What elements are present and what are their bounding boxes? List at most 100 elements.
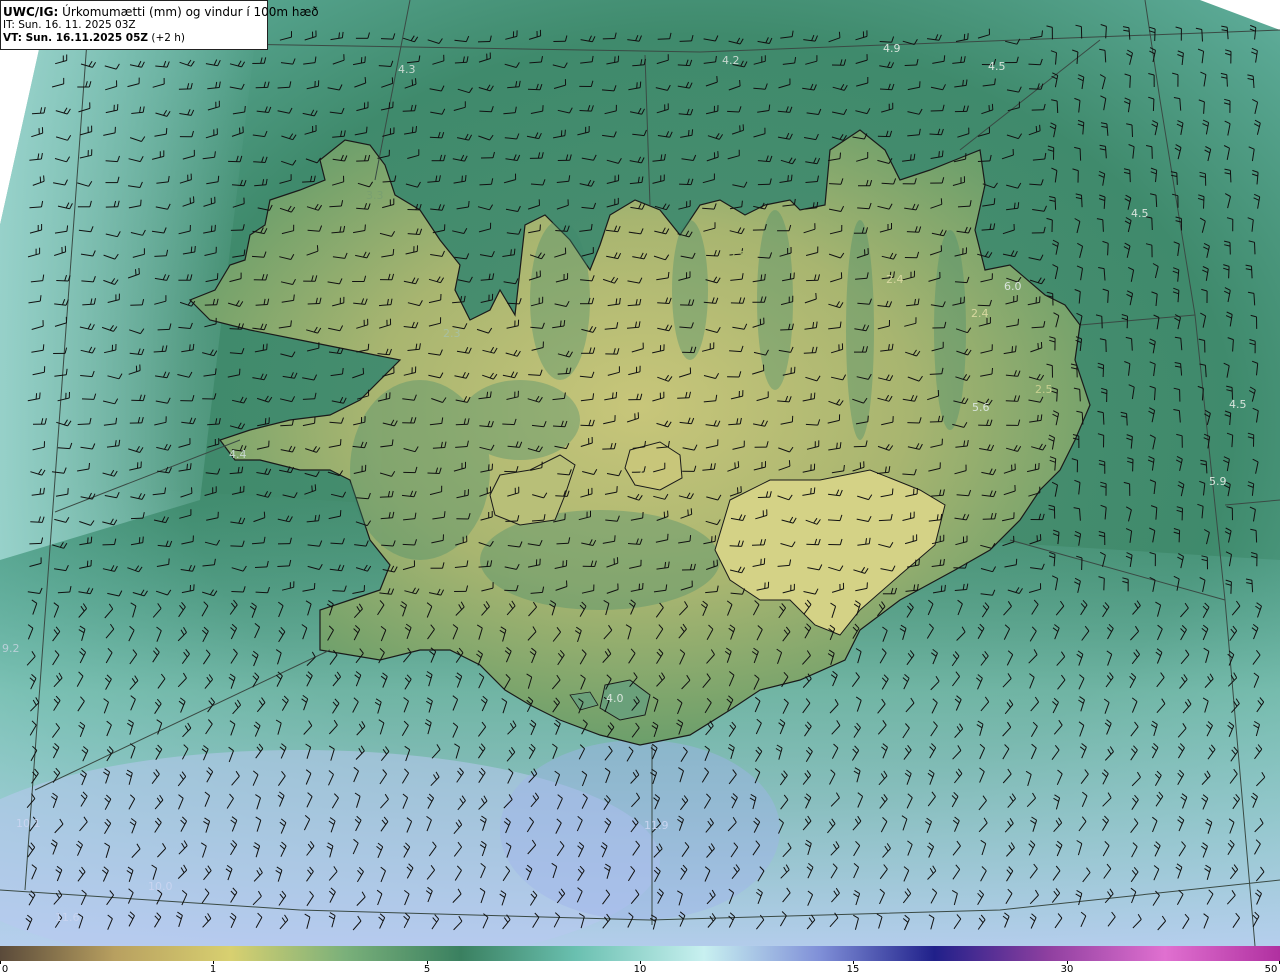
wind-barb-feather (165, 128, 168, 135)
wind-barb-shaft (780, 329, 793, 331)
wind-barb-feather (688, 129, 690, 136)
value-label: 4.5 (1131, 207, 1149, 220)
colorbar-tick-label: 10 (633, 964, 647, 975)
wind-barb-shaft (556, 542, 569, 545)
value-label: 4.9 (883, 42, 901, 55)
wind-barb-feather (991, 367, 993, 375)
wind-barb-shaft (679, 40, 692, 42)
wind-barb-feather (1015, 345, 1017, 352)
wind-barb-shaft (657, 38, 670, 40)
wind-barb-shaft (130, 517, 144, 520)
wind-barb-feather (689, 535, 692, 542)
value-label: 2.3 (443, 327, 461, 340)
wind-barb-feather (461, 175, 463, 182)
wind-barb-shaft (1251, 580, 1254, 593)
wind-barb-feather (66, 225, 69, 232)
wind-barb-shaft (1102, 219, 1104, 232)
value-label: 11.6 (55, 911, 80, 924)
wind-barb-shaft (332, 590, 345, 592)
wind-barb-feather (563, 320, 566, 327)
wind-barb-shaft (230, 545, 243, 547)
wind-barb-shaft (1155, 195, 1158, 208)
wind-barb-feather (839, 442, 842, 449)
wind-barb-feather (90, 536, 93, 543)
wind-barb-feather (468, 200, 470, 208)
wind-barb-shaft (677, 397, 690, 399)
wind-barb-shaft (1054, 197, 1057, 210)
wind-barb-shaft (302, 181, 315, 183)
wind-barb-shaft (1079, 148, 1082, 161)
wind-barb-shaft (803, 352, 816, 354)
wind-barb-shaft (1104, 50, 1107, 63)
wind-barb-shaft (1129, 170, 1131, 183)
wind-barb-feather (189, 463, 192, 470)
value-label: 4.2 (722, 54, 740, 67)
value-label: 2.5 (729, 249, 747, 262)
wind-barb-shaft (552, 425, 566, 428)
wind-barb-feather (39, 295, 42, 302)
wind-barb-feather (836, 442, 838, 449)
wind-barb-shaft (1107, 243, 1109, 256)
wind-barb-shaft (427, 472, 440, 474)
wind-barb-shaft (277, 565, 290, 567)
wind-barb-shaft (555, 495, 568, 497)
wind-barb-shaft (153, 350, 166, 353)
wind-barb-shaft (929, 373, 942, 375)
wind-barb-feather (790, 174, 793, 181)
wind-barb-feather (42, 344, 45, 351)
wind-barb-feather (39, 176, 42, 183)
wind-barb-shaft (1056, 100, 1059, 114)
wind-barb-shaft (1205, 461, 1208, 474)
wind-barb-shaft (1201, 29, 1203, 42)
wind-barb-feather (1039, 124, 1041, 131)
value-label: 2.5 (1035, 383, 1053, 396)
wind-barb-shaft (56, 280, 69, 282)
colorbar-tick-label: 50 (1264, 964, 1278, 975)
wind-barb-shaft (1105, 26, 1107, 39)
map-area[interactable]: 4.3 4.2 4.9 4.5 3.3 4.5 2.5 2.4 6.0 2.4 … (0, 0, 1280, 978)
wind-barb-shaft (1203, 196, 1205, 209)
wind-barb-feather (963, 33, 966, 40)
wind-barb-feather (760, 274, 763, 281)
wind-barb-feather (614, 56, 616, 63)
wind-barb-feather (1040, 414, 1043, 421)
wind-barb-feather (737, 461, 740, 468)
map-title: UWC/IG: Úrkomumætti (mm) og vindur í 100… (3, 5, 319, 19)
wind-barb-feather (88, 462, 90, 470)
wind-barb-feather (341, 31, 344, 38)
colorbar-strip (0, 946, 1280, 961)
wind-barb-shaft (1131, 124, 1133, 138)
colorbar-tick-label: 5 (423, 964, 431, 975)
wind-barb-feather (843, 464, 845, 471)
wind-barb-feather (362, 367, 365, 374)
value-label: 4.3 (398, 63, 416, 76)
colorbar-tick-label: 1 (209, 964, 217, 975)
wind-barb-feather (614, 535, 616, 542)
precipitation-wind-map[interactable]: 4.3 4.2 4.9 4.5 3.3 4.5 2.5 2.4 6.0 2.4 … (0, 0, 1280, 946)
colorbar-tick-label: 30 (1060, 964, 1074, 975)
wind-barb-feather (138, 537, 141, 544)
wind-barb-feather (192, 343, 195, 350)
value-label: 4.5 (1229, 398, 1247, 411)
wind-barb-shaft (1151, 217, 1153, 231)
wind-barb-feather (914, 559, 917, 566)
wind-barb-feather (1035, 125, 1038, 133)
wind-barb-feather (513, 248, 516, 255)
wind-barb-feather (464, 175, 467, 182)
wind-barb-feather (138, 267, 140, 275)
wind-barb-shaft (706, 254, 719, 257)
wind-barb-shaft (679, 183, 692, 186)
wind-barb-shaft (977, 160, 990, 162)
wind-barb-feather (741, 200, 743, 207)
wind-barb-feather (716, 76, 718, 83)
wind-barb-feather (690, 508, 693, 515)
wind-barb-shaft (302, 398, 315, 400)
wind-barb-shaft (255, 591, 268, 594)
wind-barb-shaft (1226, 74, 1228, 87)
wind-barb-feather (316, 245, 319, 252)
wind-barb-feather (967, 33, 969, 40)
wind-barb-shaft (380, 38, 394, 40)
wind-barb-feather (1041, 30, 1043, 37)
wind-barb-feather (186, 463, 188, 470)
wind-barb-shaft (1178, 530, 1181, 543)
